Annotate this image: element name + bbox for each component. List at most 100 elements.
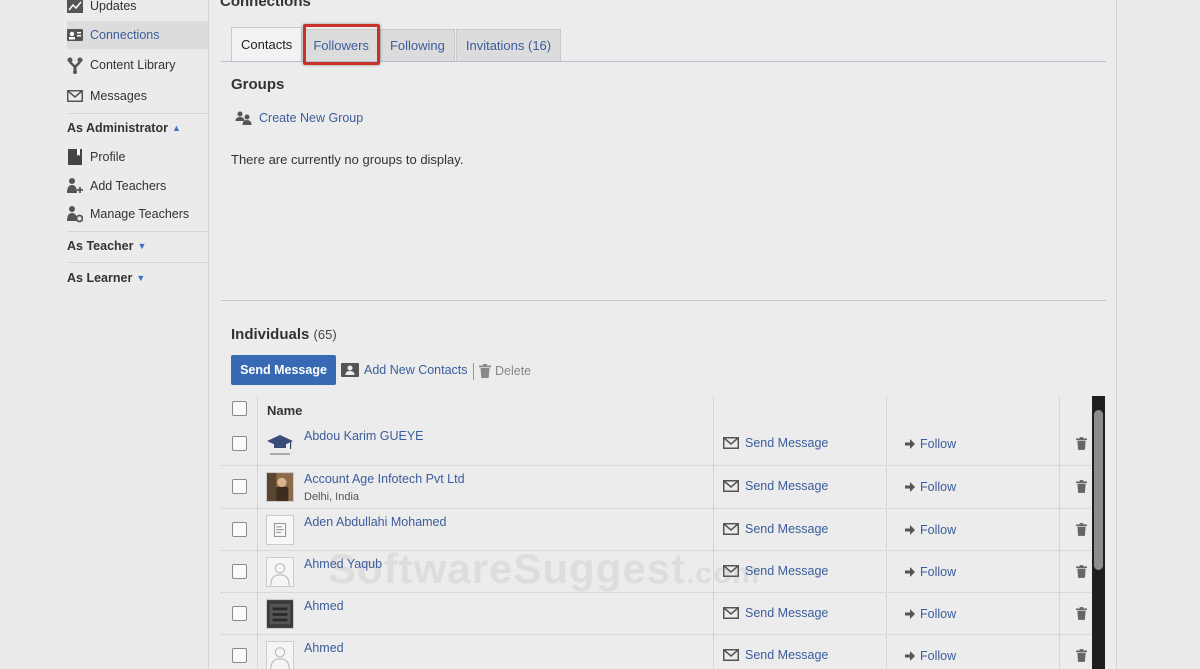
row-follow-link[interactable]: Follow xyxy=(905,523,956,537)
tab-contacts[interactable]: Contacts xyxy=(231,27,303,61)
arrow-right-icon xyxy=(905,651,915,661)
sidebar-item-label: Messages xyxy=(90,89,147,103)
table-row: Ahmed Send Message Follow xyxy=(221,634,1093,669)
row-send-message-link[interactable]: Send Message xyxy=(723,436,828,450)
sidebar-item-connections[interactable]: Connections xyxy=(67,21,208,49)
row-delete-icon[interactable] xyxy=(1076,565,1087,578)
row-delete-icon[interactable] xyxy=(1076,607,1087,620)
table-row: Aden Abdullahi Mohamed Send Message Foll… xyxy=(221,508,1093,550)
sidebar-section-learner[interactable]: As Learner ▼ xyxy=(67,271,208,285)
scrollbar-thumb[interactable] xyxy=(1094,410,1103,570)
sidebar-item-updates[interactable]: Updates xyxy=(67,0,208,20)
row-follow-label: Follow xyxy=(920,523,957,537)
row-send-message-label: Send Message xyxy=(745,648,829,662)
row-checkbox[interactable] xyxy=(232,479,247,494)
send-message-button[interactable]: Send Message xyxy=(231,355,336,385)
book-icon xyxy=(67,149,83,165)
contact-name-link[interactable]: Ahmed Yaqub xyxy=(304,557,382,571)
sidebar-item-label: Connections xyxy=(90,28,160,42)
row-follow-link[interactable]: Follow xyxy=(905,437,956,451)
envelope-icon xyxy=(723,607,739,619)
tab-following[interactable]: Following xyxy=(379,29,455,61)
sidebar-section-administrator[interactable]: As Administrator ▲ xyxy=(67,121,208,135)
row-send-message-link[interactable]: Send Message xyxy=(723,479,828,493)
table-scrollbar[interactable] xyxy=(1092,396,1105,669)
sidebar-item-label: Manage Teachers xyxy=(90,207,190,221)
sidebar-item-profile[interactable]: Profile xyxy=(67,143,208,171)
silhouette-icon xyxy=(266,641,294,669)
table-row: Account Age Infotech Pvt Ltd Delhi, Indi… xyxy=(221,465,1093,507)
row-follow-link[interactable]: Follow xyxy=(905,480,956,494)
sidebar-item-manage-teachers[interactable]: Manage Teachers xyxy=(67,200,208,228)
main-panel: Connections Contacts Followers Following… xyxy=(208,0,1117,669)
name-column-header: Name xyxy=(267,403,303,418)
toolbar-separator xyxy=(473,363,474,380)
sidebar-item-label: Profile xyxy=(90,150,126,164)
section-label: As Teacher xyxy=(67,239,134,253)
add-contact-icon xyxy=(341,363,359,377)
envelope-icon xyxy=(723,437,739,449)
arrow-right-icon xyxy=(905,439,915,449)
graduation-cap-icon xyxy=(266,429,294,459)
envelope-icon xyxy=(723,565,739,577)
sidebar-divider xyxy=(67,231,208,232)
caret-up-icon: ▲ xyxy=(171,123,181,133)
envelope-icon xyxy=(67,88,83,104)
contact-name-link[interactable]: Abdou Karim GUEYE xyxy=(304,429,424,443)
section-label: As Learner xyxy=(67,271,133,285)
delete-link[interactable]: Delete xyxy=(479,364,531,378)
sidebar-item-label: Updates xyxy=(90,0,137,13)
caret-down-icon: ▼ xyxy=(136,273,146,283)
sidebar-divider xyxy=(67,113,208,114)
row-send-message-label: Send Message xyxy=(745,606,829,620)
arrow-right-icon xyxy=(905,609,915,619)
sidebar-item-messages[interactable]: Messages xyxy=(67,82,208,110)
arrow-right-icon xyxy=(905,567,915,577)
row-send-message-link[interactable]: Send Message xyxy=(723,522,828,536)
row-checkbox[interactable] xyxy=(232,436,247,451)
arrow-right-icon xyxy=(905,482,915,492)
library-fork-icon xyxy=(67,57,83,74)
section-label: As Administrator xyxy=(67,121,168,135)
row-checkbox[interactable] xyxy=(232,606,247,621)
sidebar-item-content-library[interactable]: Content Library xyxy=(67,51,208,79)
sidebar-section-teacher[interactable]: As Teacher ▼ xyxy=(67,239,208,253)
individuals-heading: Individuals (65) xyxy=(231,326,337,343)
row-checkbox[interactable] xyxy=(232,648,247,663)
row-checkbox[interactable] xyxy=(232,522,247,537)
row-delete-icon[interactable] xyxy=(1076,480,1087,493)
add-new-contacts-label: Add New Contacts xyxy=(364,363,468,377)
row-checkbox[interactable] xyxy=(232,564,247,579)
row-follow-link[interactable]: Follow xyxy=(905,607,956,621)
row-delete-icon[interactable] xyxy=(1076,523,1087,536)
page-title: Connections xyxy=(220,0,311,10)
row-follow-label: Follow xyxy=(920,437,957,451)
sidebar-item-add-teachers[interactable]: Add Teachers xyxy=(67,172,208,200)
tab-invitations[interactable]: Invitations (16) xyxy=(455,29,562,61)
individuals-label: Individuals xyxy=(231,326,310,343)
row-send-message-link[interactable]: Send Message xyxy=(723,648,828,662)
groups-heading: Groups xyxy=(231,76,285,93)
contact-name-link[interactable]: Account Age Infotech Pvt Ltd xyxy=(304,472,465,486)
add-new-contacts-link[interactable]: Add New Contacts xyxy=(341,363,468,377)
row-follow-link[interactable]: Follow xyxy=(905,649,956,663)
envelope-icon xyxy=(723,649,739,661)
envelope-icon xyxy=(723,480,739,492)
sidebar: Updates Connections Content Library Mess… xyxy=(67,0,208,669)
contact-name-link[interactable]: Aden Abdullahi Mohamed xyxy=(304,515,446,529)
row-delete-icon[interactable] xyxy=(1076,649,1087,662)
contact-name-link[interactable]: Ahmed xyxy=(304,599,344,613)
table-row: Ahmed Yaqub Send Message Follow xyxy=(221,550,1093,592)
row-send-message-label: Send Message xyxy=(745,522,829,536)
row-send-message-link[interactable]: Send Message xyxy=(723,564,828,578)
row-delete-icon[interactable] xyxy=(1076,437,1087,450)
row-follow-link[interactable]: Follow xyxy=(905,565,956,579)
tab-followers[interactable]: Followers xyxy=(303,29,379,61)
trash-icon xyxy=(479,364,491,378)
empty-groups-message: There are currently no groups to display… xyxy=(231,152,464,167)
create-new-group-link[interactable]: Create New Group xyxy=(235,111,363,125)
contact-name-link[interactable]: Ahmed xyxy=(304,641,344,655)
select-all-checkbox[interactable] xyxy=(232,401,247,416)
row-send-message-link[interactable]: Send Message xyxy=(723,606,828,620)
row-send-message-label: Send Message xyxy=(745,436,829,450)
